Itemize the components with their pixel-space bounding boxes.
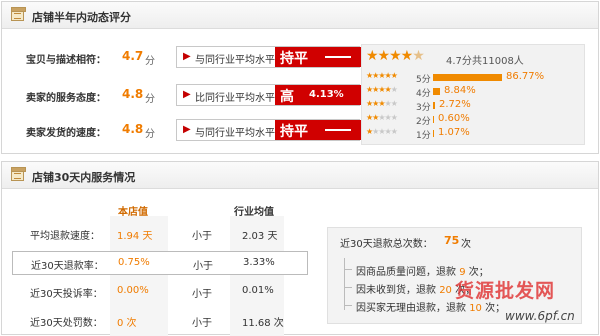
rating-compare: ▶ 与同行业平均水平 持平 [176,46,361,68]
service-row: 近30天投诉率： 0.00% 小于 0.01% [12,280,308,304]
dsr-panel-title: 店铺半年内动态评分 [32,11,131,24]
badge-word: 持平 [280,124,308,140]
distribution-percent: 0.60% [438,113,470,124]
distribution-label: 2分 [416,117,431,127]
mini-stars-icon: ★★★★★ [366,71,398,80]
arrow-right-icon: ▶ [183,124,191,135]
arrow-right-icon: ▶ [183,51,191,62]
dsr-panel-header: 店铺半年内动态评分 [2,2,598,29]
badge-word: 持平 [280,51,308,67]
distribution-total: 共11008人 [472,56,524,67]
distribution-bar [433,116,434,123]
compare-word: 小于 [192,289,212,300]
compare-badge: 高 4.13% [275,85,361,105]
distribution-row: ★★★★★ 2分 0.60% [366,113,582,127]
rating-distribution: ★★★★★ 4.7分 共11008人 ★★★★★ 5分 86.77% ★★★★★ 4分 8… [361,44,585,145]
store-value-header: 本店值 [118,207,148,218]
distribution-bar [433,102,435,109]
compare-word: 小于 [193,261,213,272]
rating-label: 卖家的服务态度： [26,93,106,104]
distribution-percent: 2.72% [439,99,471,110]
rating-unit: 分 [145,94,155,105]
refund-title: 近30天退款总次数： [340,239,433,250]
service-panel-title: 店铺30天内服务情况 [32,171,136,184]
store-value: 0 次 [117,318,137,329]
industry-value: 11.68 次 [242,318,284,329]
watermark-url: www.6pf.cn [505,309,575,323]
reason-suffix: 次； [485,303,506,314]
store-value: 1.94 天 [117,231,153,242]
badge-percent: 4.13% [309,89,344,100]
distribution-bar [433,130,434,137]
mini-stars-icon: ★★★★★ [366,99,398,108]
rating-compare: ▶ 与同行业平均水平 持平 [176,119,361,141]
rating-score: 4.8 [122,122,144,136]
mini-stars-icon: ★★★★★ [366,85,398,94]
distribution-average: 4.7分 [446,56,472,67]
rating-score: 4.8 [122,87,144,101]
flat-dash-icon [325,129,351,131]
compare-text: 比同行业平均水平 [195,93,275,104]
distribution-percent: 86.77% [506,71,545,82]
industry-value: 2.03 天 [242,231,278,242]
rating-row-shipping: 卖家发货的速度： 4.8 分 ▶ 与同行业平均水平 持平 [26,117,361,143]
compare-badge: 持平 [275,47,361,67]
service-label: 平均退款速度： [30,231,100,242]
rating-label: 宝贝与描述相符： [26,55,106,66]
rating-unit: 分 [145,56,155,67]
reason-text: 因买家无理由退款，退款 [356,303,466,314]
distribution-row: ★★★★★ 5分 86.77% [366,71,582,85]
arrow-right-icon: ▶ [183,89,191,100]
rating-label: 卖家发货的速度： [26,128,106,139]
compare-text: 与同行业平均水平 [195,55,275,66]
store-value: 0.75% [118,257,150,268]
mini-stars-icon: ★★★★★ [366,113,398,122]
flat-dash-icon [325,56,351,58]
distribution-label: 1分 [416,131,431,141]
compare-word: 小于 [192,318,212,329]
distribution-label: 5分 [416,75,431,85]
industry-avg-header: 行业均值 [234,207,274,218]
distribution-label: 4分 [416,89,431,99]
rating-row-description: 宝贝与描述相符： 4.7 分 ▶ 与同行业平均水平 持平 [26,44,361,70]
distribution-percent: 8.84% [444,85,476,96]
reason-count: 20 [439,285,452,296]
badge-word: 高 [280,89,294,105]
rating-row-service: 卖家的服务态度： 4.8 分 ▶ 比同行业平均水平 高 4.13% [26,82,361,108]
calendar-icon [11,7,26,21]
mini-stars-icon: ★★★★★ [366,127,398,136]
reason-text: 因未收到货，退款 [356,285,436,296]
reason-text: 因商品质量问题，退款 [356,267,456,278]
rating-compare: ▶ 比同行业平均水平 高 4.13% [176,84,361,106]
distribution-bar [433,74,502,81]
distribution-percent: 1.07% [438,127,470,138]
industry-value: 3.33% [243,257,275,268]
compare-word: 小于 [192,231,212,242]
distribution-label: 3分 [416,103,431,113]
refund-count-unit: 次 [461,239,471,250]
service-label: 近30天退款率： [31,261,104,272]
dsr-panel: 店铺半年内动态评分 宝贝与描述相符： 4.7 分 ▶ 与同行业平均水平 持平 卖… [1,1,599,154]
distribution-row: ★★★★★ 1分 1.07% [366,127,582,141]
watermark: 货源批发网 [455,280,556,302]
service-label: 近30天投诉率： [30,289,103,300]
distribution-row: ★★★★★ 4分 8.84% [366,85,582,99]
distribution-bar [433,88,440,95]
service-row: 平均退款速度： 1.94 天 小于 2.03 天 [12,222,308,246]
compare-text: 与同行业平均水平 [195,128,275,139]
rating-score: 4.7 [122,49,144,63]
average-stars-icon: ★★★★★ [366,48,425,64]
reason-count: 10 [469,303,482,314]
industry-value: 0.01% [242,285,274,296]
store-value: 0.00% [117,285,149,296]
service-label: 近30天处罚数： [30,318,103,329]
service-row: 近30天处罚数： 0 次 小于 11.68 次 [12,309,308,333]
distribution-row: ★★★★★ 3分 2.72% [366,99,582,113]
rating-unit: 分 [145,129,155,140]
service-panel-header: 店铺30天内服务情况 [2,162,598,189]
compare-badge: 持平 [275,120,361,140]
service-row-selected[interactable]: 近30天退款率： 0.75% 小于 3.33% [12,251,308,275]
refund-count: 75 [444,234,460,247]
calendar-icon [11,167,26,181]
